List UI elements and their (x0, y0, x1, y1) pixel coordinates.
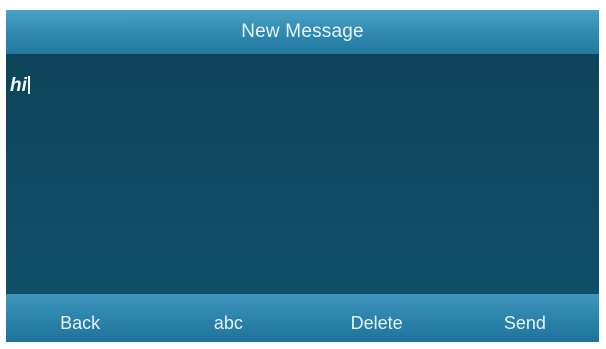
back-button[interactable]: Back (6, 294, 154, 342)
softkey-bar: Back abc Delete Send (6, 294, 599, 342)
screen-title: New Message (6, 10, 599, 54)
message-input[interactable]: hi (6, 54, 599, 294)
delete-button[interactable]: Delete (303, 294, 451, 342)
phone-screen: New Message hi Back abc Delete Send (6, 10, 599, 342)
text-cursor (27, 76, 30, 94)
send-button[interactable]: Send (451, 294, 599, 342)
message-text-wrapper: hi (10, 76, 30, 96)
input-mode-button[interactable]: abc (154, 294, 302, 342)
message-text: hi (10, 75, 27, 96)
